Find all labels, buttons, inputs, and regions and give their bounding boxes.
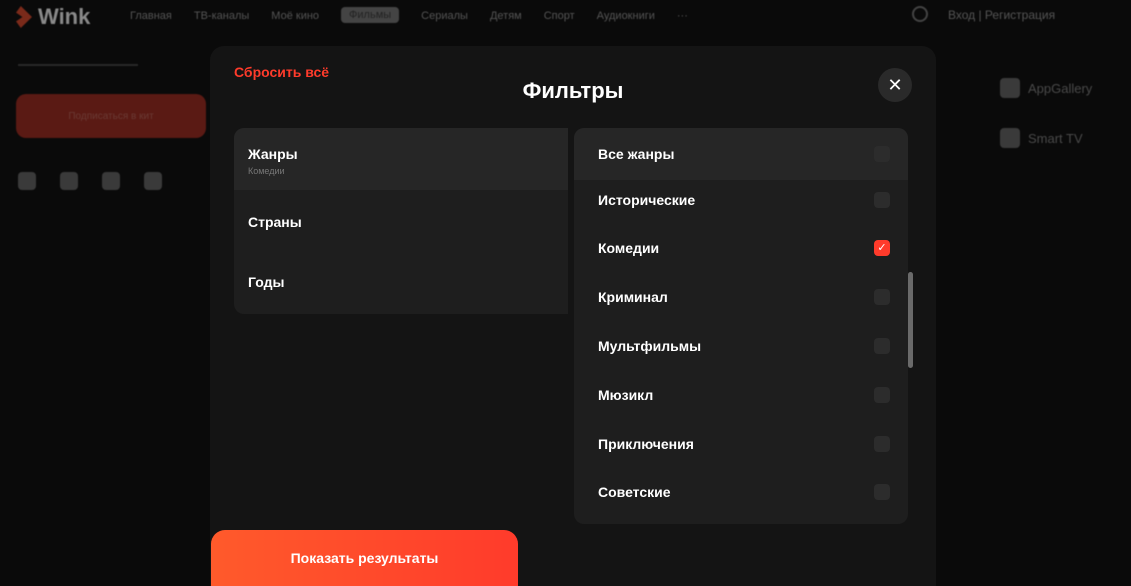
search-icon <box>912 6 928 22</box>
genre-item[interactable]: Советские <box>574 472 908 512</box>
genre-checkbox[interactable] <box>874 192 890 208</box>
nav-item-my-movies: Моё кино <box>271 10 320 22</box>
app-links: AppGallery Smart TV <box>1000 78 1092 178</box>
close-icon: ✕ <box>887 74 903 95</box>
nav-item-more: ··· <box>676 10 688 22</box>
genre-checkbox[interactable] <box>874 436 890 452</box>
genre-item[interactable]: Криминал <box>574 277 908 317</box>
nav-item-films: Фильмы <box>341 7 400 23</box>
logo-text: Wink <box>38 4 91 29</box>
genre-item[interactable]: Приключения <box>574 424 908 464</box>
nav-item-sport: Спорт <box>543 10 575 22</box>
genre-item[interactable]: Комедии ✓ <box>574 228 908 268</box>
genre-checkbox[interactable] <box>874 484 890 500</box>
genre-checkbox[interactable] <box>874 338 890 354</box>
apps-icon <box>144 172 162 190</box>
category-label: Годы <box>248 274 285 290</box>
top-nav: Главная ТВ-каналы Моё кино Фильмы Сериал… <box>130 7 710 23</box>
wink-logo: Wink <box>16 4 90 30</box>
genre-label: Советские <box>598 484 671 500</box>
genre-item[interactable]: Мюзикл <box>574 375 908 415</box>
genre-checkbox[interactable] <box>874 289 890 305</box>
genre-label: Комедии <box>598 240 660 256</box>
nav-item-tv: ТВ-каналы <box>193 10 250 22</box>
genre-item[interactable]: Мультфильмы <box>574 326 908 366</box>
genre-checkbox[interactable] <box>874 387 890 403</box>
subscribe-button: Подписаться в кит <box>16 94 206 138</box>
app-link-smart-tv: Smart TV <box>1000 128 1092 148</box>
all-genres-option[interactable]: Все жанры <box>574 128 908 180</box>
genre-list-scrollbar[interactable] <box>908 272 913 368</box>
close-button[interactable]: ✕ <box>878 68 912 102</box>
show-results-button[interactable]: Показать результаты <box>211 530 518 586</box>
check-icon: ✓ <box>877 241 887 254</box>
youtube-icon <box>102 172 120 190</box>
all-genres-checkbox[interactable] <box>874 146 890 162</box>
divider <box>18 64 138 66</box>
category-item-countries[interactable]: Страны <box>234 190 568 252</box>
nav-item-series: Сериалы <box>421 10 468 22</box>
nav-item-audiobooks: Аудиокниги <box>596 10 655 22</box>
genre-label: Мультфильмы <box>598 338 702 354</box>
genre-list: Все жанры Исторические Комедии ✓ Кримина… <box>574 128 908 524</box>
genre-item[interactable]: Исторические <box>574 180 908 220</box>
category-label: Страны <box>248 214 302 230</box>
wink-logo-icon <box>16 6 32 28</box>
category-item-years[interactable]: Годы <box>234 252 568 314</box>
appgallery-icon <box>1000 78 1020 98</box>
category-selected-value: Комедии <box>248 166 285 176</box>
nav-item-home: Главная <box>130 10 172 22</box>
filters-modal: Сбросить всё Фильтры ✕ Жанры Комедии Стр… <box>210 46 936 586</box>
genre-label: Криминал <box>598 289 668 305</box>
social-links <box>18 172 162 190</box>
genre-label: Все жанры <box>598 146 675 162</box>
vk-icon <box>18 172 36 190</box>
genre-label: Исторические <box>598 192 696 208</box>
app-link-appgallery: AppGallery <box>1000 78 1092 98</box>
genre-label: Приключения <box>598 436 694 452</box>
modal-title: Фильтры <box>522 78 624 103</box>
nav-item-kids: Детям <box>489 10 522 22</box>
category-list: Жанры Комедии Страны Годы <box>234 128 568 314</box>
genre-label: Мюзикл <box>598 387 654 403</box>
app-label: AppGallery <box>1028 80 1093 96</box>
app-label: Smart TV <box>1028 130 1083 146</box>
category-label: Жанры <box>248 146 298 162</box>
telegram-icon <box>60 172 78 190</box>
tv-icon <box>1000 128 1020 148</box>
category-item-genres[interactable]: Жанры Комедии <box>234 128 568 190</box>
genre-checkbox[interactable]: ✓ <box>874 240 890 256</box>
login-link: Вход | Регистрация <box>948 8 1056 22</box>
